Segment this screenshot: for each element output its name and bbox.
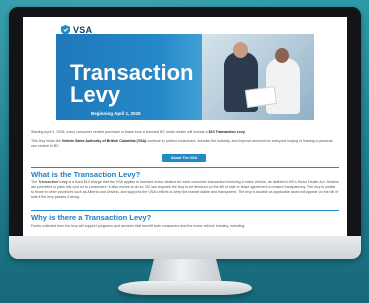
logo-text: VSA <box>73 25 93 35</box>
section-divider <box>31 210 339 211</box>
monitor-chin <box>9 236 361 259</box>
hero-subtitle: Beginning April 1, 2026 <box>91 111 141 116</box>
section-paragraph: Funds collected from the levy will suppo… <box>31 224 339 229</box>
hero-banner: VSA Transaction Levy Beginning April 1, … <box>56 24 314 120</box>
section-paragraph: The Transaction Levy is a fixed $10 char… <box>31 180 339 200</box>
monitor-stand-neck <box>148 259 222 283</box>
section-bold: Transaction Levy <box>38 180 68 184</box>
intro-paragraph-1: Starting April 1, 2026, every consumer v… <box>31 130 336 135</box>
people-signing-contract-photo <box>202 34 314 120</box>
person-right-head <box>275 48 289 63</box>
shield-icon <box>61 25 70 35</box>
about-vsa-button[interactable]: About The VSA <box>162 154 206 162</box>
intro-text: This levy helps the <box>31 139 62 143</box>
hero-title: Transaction Levy <box>70 60 194 107</box>
section-text-end: is a fixed $10 charge that the VSA appli… <box>31 180 339 199</box>
section-divider <box>31 167 339 168</box>
screen: VSA Transaction Levy Beginning April 1, … <box>23 17 347 236</box>
intro-text-end: . <box>244 130 246 134</box>
section-heading: What is the Transaction Levy? <box>31 170 141 179</box>
intro-bold: $10 Transaction Levy <box>208 130 245 134</box>
monitor-stand-base <box>118 281 252 295</box>
section-text: Funds collected from the levy will suppo… <box>31 224 246 228</box>
vsa-logo[interactable]: VSA <box>61 24 92 36</box>
intro-paragraph-2: This levy helps the Vehicle Sales Author… <box>31 139 336 149</box>
person-left-head <box>233 42 248 58</box>
intro-text: Starting April 1, 2026, every consumer v… <box>31 130 209 134</box>
intro-bold: Vehicle Sales Authority of British Colum… <box>61 139 147 143</box>
hero-title-line2: Levy <box>70 82 121 107</box>
section-heading: Why is there a Transaction Levy? <box>31 213 152 222</box>
hero-title-line1: Transaction <box>70 60 194 85</box>
